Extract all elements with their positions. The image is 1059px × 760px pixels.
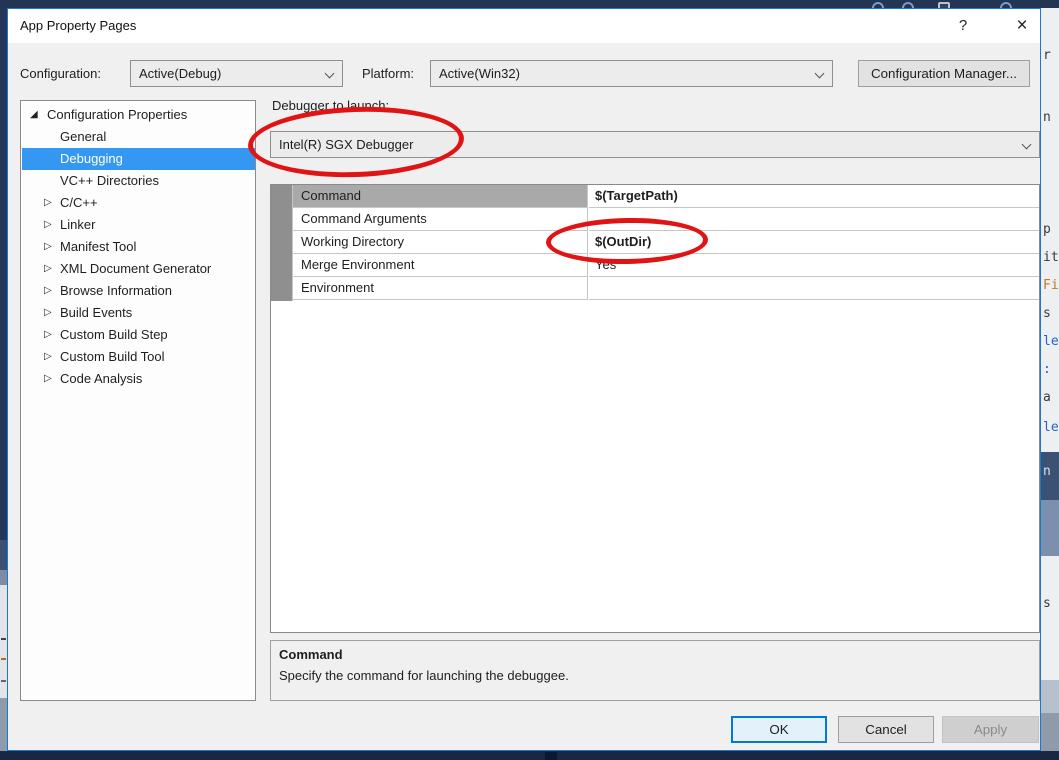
background-left-strip bbox=[0, 8, 7, 751]
description-title: Command bbox=[279, 647, 343, 662]
tree-item-custom-build-step[interactable]: Custom Build Step bbox=[22, 324, 255, 346]
tree-item-debugging[interactable]: Debugging bbox=[22, 148, 255, 170]
dialog-titlebar: App Property Pages ? × bbox=[8, 9, 1040, 43]
ok-button[interactable]: OK bbox=[731, 716, 827, 743]
tree-collapsed-icon[interactable] bbox=[44, 192, 52, 214]
background-bottom-strip bbox=[0, 751, 1059, 760]
close-button[interactable]: × bbox=[1006, 9, 1038, 43]
tree-expanded-icon[interactable] bbox=[30, 104, 38, 126]
tree-item-general[interactable]: General bbox=[22, 126, 255, 148]
editor-text-fragment: s bbox=[1043, 306, 1051, 321]
tree-item-xml-document-generator[interactable]: XML Document Generator bbox=[22, 258, 255, 280]
tree-collapsed-icon[interactable] bbox=[44, 368, 52, 390]
editor-text-fragment: s bbox=[1043, 596, 1051, 611]
help-button[interactable]: ? bbox=[948, 9, 978, 43]
configuration-tree: Configuration Properties General Debuggi… bbox=[20, 100, 256, 701]
tree-item-browse-information[interactable]: Browse Information bbox=[22, 280, 255, 302]
configuration-dropdown[interactable]: Active(Debug) bbox=[130, 60, 343, 87]
tree-item-configuration-properties[interactable]: Configuration Properties bbox=[22, 104, 255, 126]
tree-collapsed-icon[interactable] bbox=[44, 214, 52, 236]
chevron-down-icon bbox=[1021, 139, 1032, 150]
tree-item-build-events[interactable]: Build Events bbox=[22, 302, 255, 324]
editor-text-fragment: : bbox=[1043, 362, 1051, 377]
chevron-down-icon bbox=[324, 68, 335, 79]
property-name-cell[interactable]: Environment bbox=[293, 277, 588, 300]
editor-text-fragment: n bbox=[1043, 110, 1051, 125]
tree-collapsed-icon[interactable] bbox=[44, 346, 52, 368]
property-name-cell[interactable]: Command Arguments bbox=[293, 208, 588, 231]
tree-item-linker[interactable]: Linker bbox=[22, 214, 255, 236]
tree-collapsed-icon[interactable] bbox=[44, 280, 52, 302]
tree-collapsed-icon[interactable] bbox=[44, 236, 52, 258]
property-row-command[interactable]: Command $(TargetPath) bbox=[293, 185, 1039, 208]
platform-value: Active(Win32) bbox=[439, 66, 520, 81]
tree-collapsed-icon[interactable] bbox=[44, 302, 52, 324]
tree-item-custom-build-tool[interactable]: Custom Build Tool bbox=[22, 346, 255, 368]
platform-dropdown[interactable]: Active(Win32) bbox=[430, 60, 833, 87]
tree-collapsed-icon[interactable] bbox=[44, 324, 52, 346]
tree-item-vc-directories[interactable]: VC++ Directories bbox=[22, 170, 255, 192]
configuration-value: Active(Debug) bbox=[139, 66, 222, 81]
tree-item-code-analysis[interactable]: Code Analysis bbox=[22, 368, 255, 390]
chevron-down-icon bbox=[814, 68, 825, 79]
cancel-button[interactable]: Cancel bbox=[838, 716, 934, 743]
property-description-panel: Command Specify the command for launchin… bbox=[270, 640, 1040, 701]
background-titlebar-strip bbox=[0, 0, 1059, 8]
row-selector-strip bbox=[271, 185, 293, 301]
editor-text-fragment: le bbox=[1043, 420, 1059, 435]
property-name-cell[interactable]: Merge Environment bbox=[293, 254, 588, 277]
editor-text-fragment: p bbox=[1043, 222, 1051, 237]
editor-text-fragment: r bbox=[1043, 48, 1051, 63]
platform-label: Platform: bbox=[362, 66, 415, 81]
background-editor-strip: r n p it Fi s le : a le n s bbox=[1041, 8, 1059, 751]
tree-collapsed-icon[interactable] bbox=[44, 258, 52, 280]
editor-text-fragment: Fi bbox=[1043, 278, 1059, 293]
editor-text-fragment: n bbox=[1043, 464, 1051, 479]
property-value-cell[interactable] bbox=[589, 277, 1039, 300]
editor-text-fragment: a bbox=[1043, 390, 1051, 405]
property-name-cell[interactable]: Command bbox=[293, 185, 588, 208]
property-row-environment[interactable]: Environment bbox=[293, 277, 1039, 300]
property-name-cell[interactable]: Working Directory bbox=[293, 231, 588, 254]
editor-text-fragment: le bbox=[1043, 334, 1059, 349]
property-value-cell[interactable]: $(TargetPath) bbox=[589, 185, 1039, 208]
description-text: Specify the command for launching the de… bbox=[279, 668, 569, 683]
configuration-label: Configuration: bbox=[20, 66, 101, 81]
dialog-title: App Property Pages bbox=[20, 18, 137, 33]
background-statusbar-fragment bbox=[545, 752, 557, 760]
apply-button[interactable]: Apply bbox=[942, 716, 1039, 743]
configuration-manager-button[interactable]: Configuration Manager... bbox=[858, 60, 1030, 87]
property-pages-dialog: App Property Pages ? × Configuration: Ac… bbox=[7, 8, 1041, 751]
editor-text-fragment: it bbox=[1043, 250, 1059, 265]
tree-item-c-cpp[interactable]: C/C++ bbox=[22, 192, 255, 214]
tree-item-manifest-tool[interactable]: Manifest Tool bbox=[22, 236, 255, 258]
